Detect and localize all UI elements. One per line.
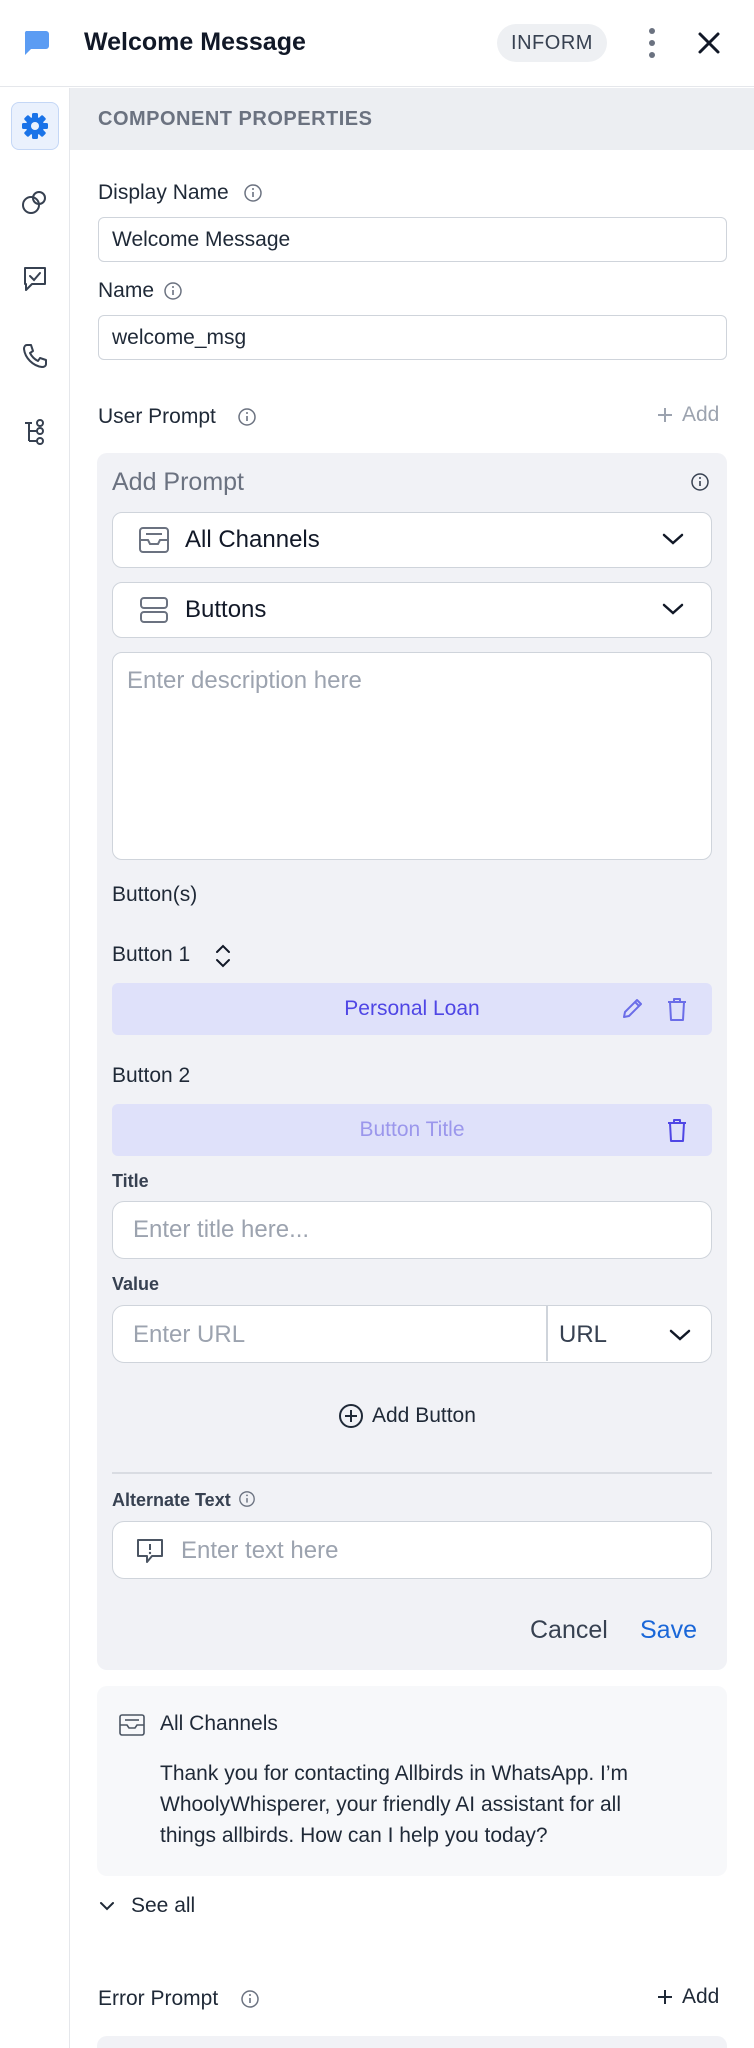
add-error-prompt-button[interactable]: Add bbox=[656, 1985, 719, 2009]
name-input[interactable]: welcome_msg bbox=[98, 315, 727, 360]
display-name-label: Display Name bbox=[98, 181, 229, 204]
title-field-label: Title bbox=[112, 1171, 149, 1191]
input-divider bbox=[546, 1306, 548, 1361]
inbox-icon bbox=[139, 527, 169, 553]
plus-icon bbox=[658, 1990, 672, 2004]
left-rail bbox=[0, 88, 70, 2048]
rail-item-links[interactable] bbox=[11, 178, 59, 226]
error-prompt-card bbox=[97, 2036, 727, 2048]
error-prompt-label: Error Prompt bbox=[98, 1987, 219, 2010]
divider bbox=[112, 1472, 712, 1474]
rail-item-flow[interactable] bbox=[11, 408, 59, 456]
value-type-select[interactable]: URL bbox=[559, 1321, 607, 1349]
section-header: COMPONENT PROPERTIES bbox=[70, 88, 754, 150]
type-badge: INFORM bbox=[497, 24, 607, 62]
alternate-text-placeholder: Enter text here bbox=[181, 1537, 339, 1564]
add-button-button[interactable]: Add Button bbox=[338, 1403, 476, 1429]
info-icon[interactable] bbox=[240, 1989, 260, 2009]
rail-item-validation[interactable] bbox=[11, 255, 59, 303]
name-label: Name bbox=[98, 279, 155, 302]
flow-tree-icon bbox=[25, 419, 44, 445]
button2-bar[interactable]: Button Title bbox=[112, 1104, 712, 1156]
page-title: Welcome Message bbox=[84, 28, 306, 56]
value-input-group: Enter URL URL bbox=[112, 1305, 712, 1363]
value-field-label: Value bbox=[112, 1274, 160, 1294]
button1-title: Personal Loan bbox=[344, 997, 480, 1020]
channel-select[interactable]: All Channels bbox=[112, 512, 712, 568]
add-prompt-title: Add Prompt bbox=[112, 468, 245, 496]
button2-label: Button 2 bbox=[112, 1064, 191, 1087]
button2-title-placeholder: Button Title bbox=[359, 1118, 465, 1141]
buttons-layout-icon bbox=[140, 597, 168, 623]
display-name-input[interactable]: Welcome Message bbox=[98, 217, 727, 262]
add-label: Add bbox=[682, 1985, 720, 2008]
url-input[interactable]: Enter URL bbox=[133, 1321, 245, 1349]
see-all-toggle[interactable]: See all bbox=[99, 1894, 195, 1918]
more-options-icon[interactable] bbox=[640, 24, 664, 62]
cancel-button[interactable]: Cancel bbox=[530, 1616, 608, 1645]
buttons-heading: Button(s) bbox=[112, 883, 198, 906]
button1-label: Button 1 bbox=[112, 943, 191, 966]
user-prompt-label: User Prompt bbox=[98, 405, 216, 428]
alternate-text-label: Alternate Text bbox=[112, 1490, 231, 1510]
chevron-down-icon bbox=[662, 603, 684, 615]
button-title-input[interactable]: Enter title here... bbox=[112, 1201, 712, 1259]
trash-icon[interactable] bbox=[664, 1116, 690, 1144]
link-circles-icon bbox=[22, 191, 46, 214]
alternate-text-input[interactable]: Enter text here bbox=[112, 1521, 712, 1579]
plus-icon bbox=[658, 408, 672, 422]
info-icon[interactable] bbox=[163, 281, 183, 301]
save-button[interactable]: Save bbox=[640, 1616, 697, 1645]
info-icon[interactable] bbox=[237, 407, 257, 427]
sort-toggle-icon[interactable] bbox=[213, 943, 233, 969]
chat-bubble-icon bbox=[24, 31, 49, 55]
pencil-icon[interactable] bbox=[619, 996, 645, 1022]
gear-icon bbox=[22, 113, 48, 139]
prompt-preview-card[interactable]: All Channels Thank you for contacting Al… bbox=[97, 1686, 727, 1876]
rail-item-voice[interactable] bbox=[11, 332, 59, 380]
info-icon[interactable] bbox=[690, 472, 710, 492]
add-button-label: Add Button bbox=[372, 1404, 476, 1427]
rail-item-settings[interactable] bbox=[11, 102, 59, 150]
preview-channel: All Channels bbox=[160, 1712, 278, 1735]
prompt-type-value: Buttons bbox=[185, 596, 267, 623]
inbox-icon bbox=[119, 1714, 145, 1736]
header: Welcome Message INFORM bbox=[0, 0, 754, 87]
chevron-down-icon bbox=[100, 1902, 114, 1911]
see-all-label: See all bbox=[131, 1894, 196, 1917]
add-label: Add bbox=[682, 403, 720, 426]
phone-icon bbox=[23, 344, 47, 368]
info-icon[interactable] bbox=[238, 1490, 256, 1508]
description-textarea[interactable]: Enter description here bbox=[112, 652, 712, 860]
message-alert-icon bbox=[137, 1539, 163, 1563]
chat-check-icon bbox=[24, 267, 46, 291]
chevron-down-icon bbox=[662, 533, 684, 545]
prompt-type-select[interactable]: Buttons bbox=[112, 582, 712, 638]
add-user-prompt-button[interactable]: Add bbox=[656, 403, 719, 427]
section-title: COMPONENT PROPERTIES bbox=[98, 108, 373, 130]
info-icon[interactable] bbox=[243, 183, 263, 203]
plus-circle-icon bbox=[339, 1404, 363, 1428]
preview-message: Thank you for contacting Allbirds in Wha… bbox=[160, 1762, 629, 1847]
channel-select-value: All Channels bbox=[185, 526, 320, 553]
close-icon[interactable] bbox=[692, 26, 726, 60]
chevron-down-icon[interactable] bbox=[668, 1327, 692, 1343]
trash-icon[interactable] bbox=[664, 995, 690, 1023]
